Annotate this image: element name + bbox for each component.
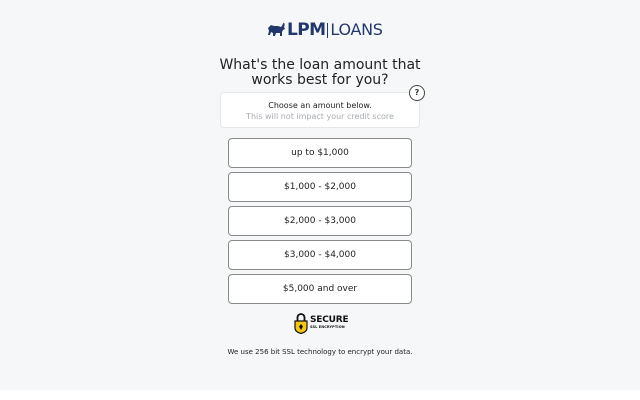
logo-text-lpm: LPM [287, 20, 326, 40]
bull-icon [268, 22, 285, 36]
question-line-1: What's the loan amount that [219, 57, 421, 73]
amount-option-1000-2000[interactable]: $1,000 - $2,000 [228, 172, 412, 202]
page: LPM LOANS What's the loan amount that wo… [0, 0, 640, 390]
logo-divider [327, 22, 329, 38]
amount-option-5000-over[interactable]: $5,000 and over [228, 274, 412, 304]
amount-option-up-to-1000[interactable]: up to $1,000 [228, 138, 412, 168]
lpm-loans-logo[interactable]: LPM LOANS [267, 20, 383, 40]
lock-icon [294, 313, 308, 334]
question-line-2: works best for you? [251, 72, 389, 88]
logo-text-loans: LOANS [330, 20, 383, 39]
amount-option-2000-3000[interactable]: $2,000 - $3,000 [228, 206, 412, 236]
secure-badge-title: SECURE [310, 315, 349, 325]
secure-badge-subtitle: SSL ENCRYPTION [310, 325, 345, 329]
secure-badge-text: SECURE SSL ENCRYPTION [310, 315, 349, 330]
info-title: Choose an amount below. [268, 101, 372, 110]
help-button[interactable]: ? [409, 85, 425, 101]
amount-option-3000-4000[interactable]: $3,000 - $4,000 [228, 240, 412, 270]
ssl-footer-note: We use 256 bit SSL technology to encrypt… [227, 348, 413, 356]
info-box: Choose an amount below. This will not im… [220, 92, 420, 128]
page-question: What's the loan amount that works best f… [170, 58, 470, 88]
info-subtitle: This will not impact your credit score [246, 112, 394, 121]
secure-ssl-badge: SECURE SSL ENCRYPTION [294, 312, 349, 334]
